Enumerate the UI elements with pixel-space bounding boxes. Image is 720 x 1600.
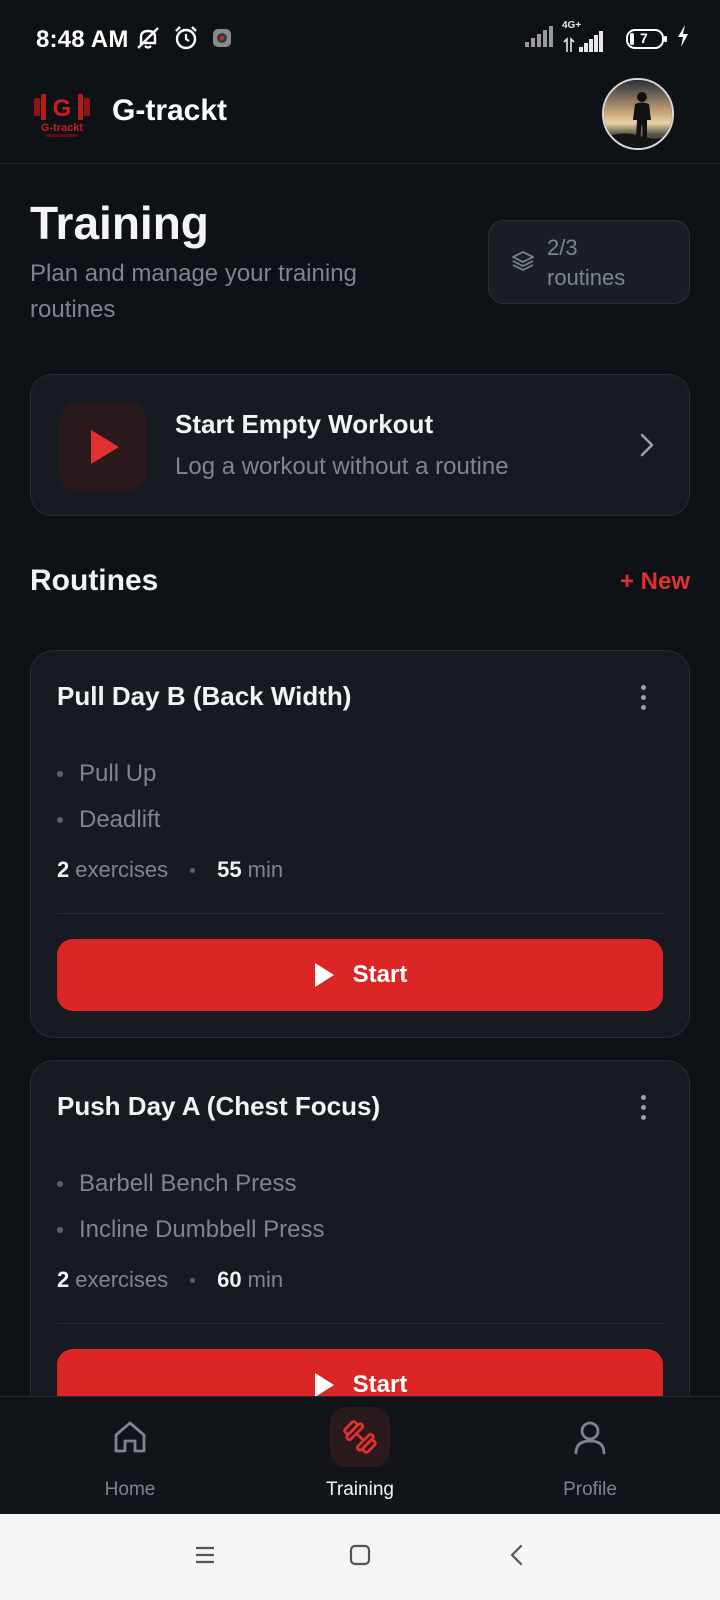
alarm-icon	[172, 24, 200, 57]
app-title: G-trackt	[112, 94, 228, 127]
divider	[57, 1323, 665, 1324]
routines-badge-count: 2/3	[547, 235, 578, 260]
routines-section-title: Routines	[30, 564, 159, 597]
start-label: Start	[352, 1371, 408, 1398]
exercise-item: Pull Up	[57, 751, 160, 797]
exercise-name: Pull Up	[79, 760, 157, 787]
new-routine-button[interactable]: + New	[620, 568, 690, 596]
divider	[57, 913, 665, 914]
nav-item-training[interactable]: Training	[240, 1397, 480, 1515]
nav-label-profile: Profile	[563, 1479, 617, 1500]
start-empty-workout-card[interactable]: Start Empty Workout Log a workout withou…	[30, 374, 690, 516]
avatar[interactable]	[602, 78, 674, 150]
exercise-name: Deadlift	[79, 806, 161, 833]
home-icon	[100, 1407, 160, 1467]
start-routine-button[interactable]: Start	[57, 939, 663, 1011]
routine-name: Pull Day B (Back Width)	[57, 681, 352, 711]
app-header: G G-trackt G-trackt	[0, 78, 720, 164]
training-screen: 8:48 AM 4G+ 7 G G-trackt G-trackt Traini…	[0, 0, 720, 1600]
routine-card[interactable]: Push Day A (Chest Focus) Barbell Bench P…	[30, 1060, 690, 1448]
exercise-name: Incline Dumbbell Press	[79, 1216, 325, 1243]
empty-workout-subtitle: Log a workout without a routine	[175, 453, 509, 480]
nav-label-training: Training	[326, 1479, 394, 1500]
duration-unit: min	[247, 1267, 284, 1292]
signal-4g-icon: 4G+	[562, 20, 606, 52]
start-label: Start	[352, 961, 408, 988]
exercise-name: Barbell Bench Press	[79, 1170, 297, 1197]
chevron-right-icon	[639, 431, 655, 464]
status-bar: 8:48 AM 4G+ 7	[0, 0, 720, 78]
notification-app-icon	[210, 26, 234, 55]
nav-item-home[interactable]: Home	[10, 1397, 250, 1515]
battery-level: 7	[640, 29, 648, 46]
layers-icon	[511, 249, 535, 278]
more-options-icon[interactable]	[633, 1095, 653, 1125]
play-icon-tile	[59, 403, 147, 491]
exercise-unit: exercises	[75, 857, 169, 882]
page-subtitle: Plan and manage your training routines	[30, 260, 357, 323]
status-icons-left	[134, 24, 234, 57]
duration-value: 60	[217, 1267, 242, 1292]
muted-bell-icon	[134, 24, 162, 57]
routines-badge-label: routines	[547, 265, 626, 290]
menu-icon[interactable]	[194, 1544, 216, 1571]
home-square-icon[interactable]	[349, 1544, 371, 1571]
routine-card[interactable]: Pull Day B (Back Width) Pull Up Deadlift…	[30, 650, 690, 1038]
charging-icon	[676, 24, 690, 53]
user-icon	[560, 1407, 620, 1467]
exercise-item: Incline Dumbbell Press	[57, 1207, 324, 1253]
status-time: 8:48 AM	[36, 26, 129, 53]
nav-label-home: Home	[104, 1479, 156, 1500]
back-icon[interactable]	[506, 1544, 528, 1571]
signal-icon	[524, 24, 554, 53]
status-icons-right: 4G+ 7	[524, 20, 690, 53]
more-options-icon[interactable]	[633, 685, 653, 715]
exercise-list: Pull Up Deadlift	[57, 751, 160, 843]
exercise-item: Barbell Bench Press	[57, 1161, 324, 1207]
svg-text:G: G	[53, 95, 72, 122]
play-icon	[314, 1373, 334, 1397]
play-icon	[91, 430, 119, 464]
routine-meta: 2 exercises 60 min	[57, 1267, 283, 1293]
page-title: Training	[30, 197, 209, 249]
nav-item-profile[interactable]: Profile	[470, 1397, 710, 1515]
exercise-count: 2	[57, 1267, 70, 1292]
dumbbell-icon	[330, 1407, 390, 1467]
svg-text:G-trackt: G-trackt	[41, 122, 84, 134]
routines-count-badge: 2/3 routines	[488, 220, 690, 304]
bottom-nav: Home Training Profile	[0, 1396, 720, 1514]
routine-meta: 2 exercises 55 min	[57, 857, 283, 883]
app-logo[interactable]: G G-trackt	[30, 86, 94, 140]
exercise-list: Barbell Bench Press Incline Dumbbell Pre…	[57, 1161, 324, 1253]
duration-value: 55	[217, 857, 242, 882]
exercise-unit: exercises	[75, 1267, 169, 1292]
exercise-count: 2	[57, 857, 70, 882]
routine-name: Push Day A (Chest Focus)	[57, 1091, 381, 1121]
system-nav-bar	[0, 1514, 720, 1600]
play-icon	[314, 963, 334, 987]
battery-icon: 7	[626, 28, 668, 50]
empty-workout-title: Start Empty Workout	[175, 409, 434, 439]
exercise-item: Deadlift	[57, 797, 160, 843]
duration-unit: min	[247, 857, 284, 882]
